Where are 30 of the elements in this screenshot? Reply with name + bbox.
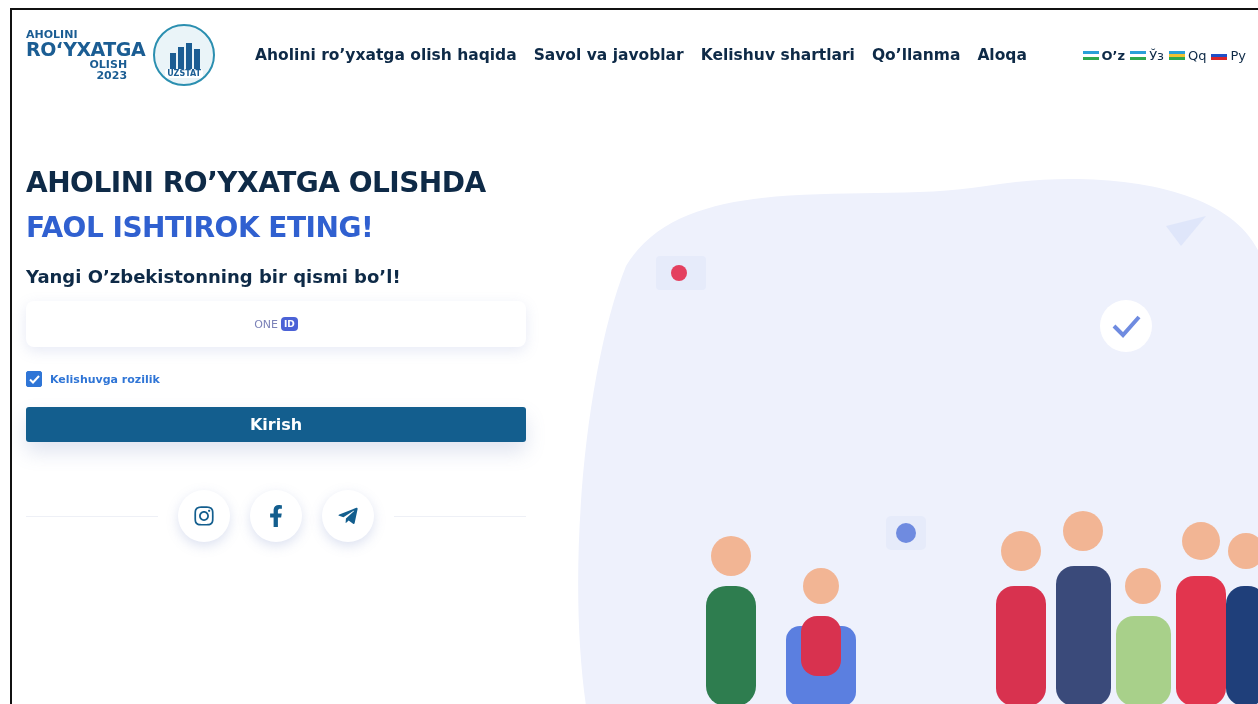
instagram-link[interactable] bbox=[178, 490, 230, 542]
flag-icon bbox=[1082, 50, 1099, 60]
oneid-login-button[interactable]: ONE ID bbox=[26, 301, 526, 347]
language-link[interactable]: Qq bbox=[1168, 47, 1207, 63]
hero-subtitle: Yangi O’zbekistonning bir qismi bo’l! bbox=[26, 266, 402, 287]
instagram-icon bbox=[193, 505, 215, 527]
nav-link[interactable]: Kelishuv shartlari bbox=[700, 46, 855, 64]
facebook-link[interactable] bbox=[250, 490, 302, 542]
nav-link[interactable]: Qo’llanma bbox=[871, 46, 961, 64]
bar-chart-icon bbox=[167, 43, 202, 69]
nav-link[interactable]: Savol va javoblar bbox=[533, 46, 684, 64]
telegram-icon bbox=[337, 505, 359, 527]
nav-link[interactable]: Aloqa bbox=[977, 46, 1027, 64]
emblem-text: UZSTAT bbox=[165, 69, 204, 78]
hero-title: FAOL ISHTIROK ETING! bbox=[26, 211, 375, 244]
consent-checkbox[interactable] bbox=[26, 371, 42, 387]
language-link[interactable]: O’z bbox=[1082, 47, 1126, 63]
flag-icon bbox=[1168, 50, 1185, 60]
login-button[interactable]: Kirish bbox=[26, 407, 526, 442]
logo-text: OLISH bbox=[89, 59, 128, 70]
flag-icon bbox=[1130, 50, 1147, 60]
nav-link[interactable]: Aholini ro’yxatga olish haqida bbox=[255, 46, 517, 64]
logo-text: AHOLINI bbox=[26, 29, 78, 40]
hero-title: AHOLINI RO’YXATGA OLISHDA bbox=[26, 166, 487, 199]
logo-year: 2023 bbox=[96, 70, 128, 81]
logo-text: RO‘YXATGA bbox=[26, 40, 146, 59]
consent-label: Kelishuvga rozilik bbox=[50, 372, 160, 386]
language-link[interactable]: Ру bbox=[1211, 47, 1246, 63]
telegram-link[interactable] bbox=[322, 490, 374, 542]
language-link[interactable]: Ўз bbox=[1130, 47, 1164, 63]
